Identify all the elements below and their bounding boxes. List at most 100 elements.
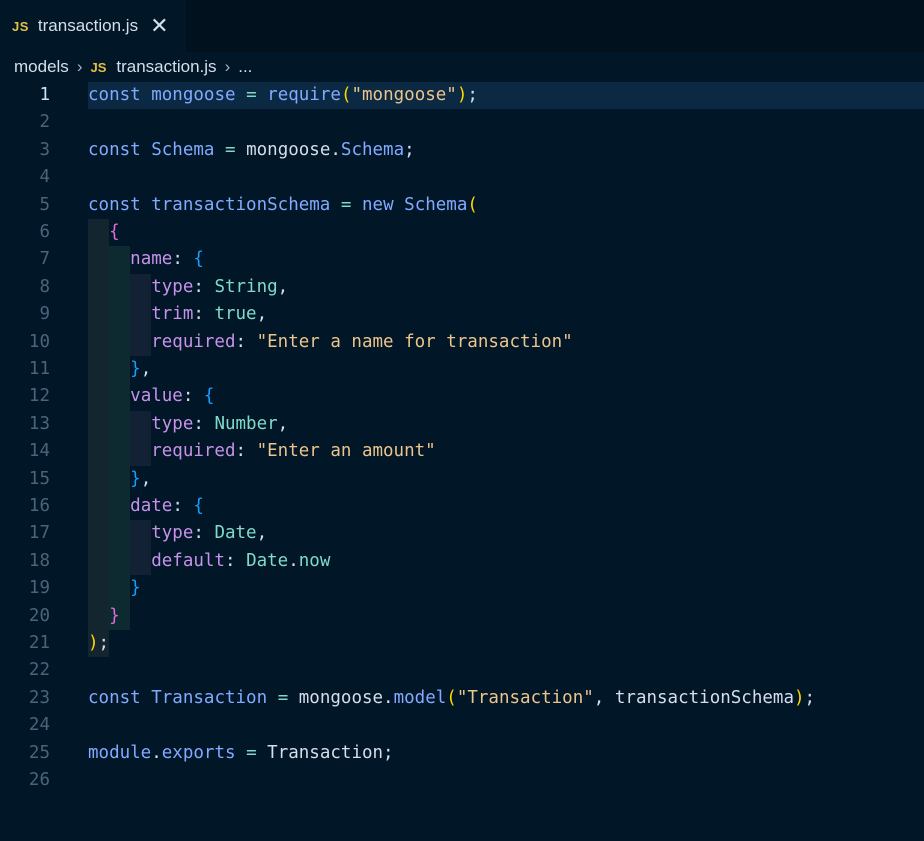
code-line[interactable]: 26 [0,767,924,794]
code-line[interactable]: 3 const Schema = mongoose.Schema; [0,137,924,164]
code-line[interactable]: 20 } [0,603,924,630]
code-line[interactable]: 5 const transactionSchema = new Schema( [0,192,924,219]
code-line[interactable]: 6 { [0,219,924,246]
code-token: , [277,413,289,434]
code-token: { [203,386,215,407]
code-area: trim: true, [88,301,924,328]
code-line[interactable]: 4 [0,164,924,191]
code-token: , [256,523,268,544]
code-line[interactable]: 9 trim: true, [0,301,924,328]
code-line[interactable]: 13 type: Number, [0,411,924,438]
line-number: 9 [39,304,50,325]
code-area: ); [88,630,924,657]
tab-label: transaction.js [37,16,139,35]
code-text: type: Number, [88,411,288,438]
breadcrumb-folder-models[interactable]: models [14,57,69,77]
code-token: . [288,550,299,571]
breadcrumb: models › JS transaction.js › ... [0,52,924,82]
code-token: Transaction; [256,742,394,763]
code-token: required [151,331,236,352]
code-area [88,164,924,191]
line-number: 15 [28,468,50,489]
code-text: const Transaction = mongoose.model("Tran… [88,685,815,712]
breadcrumb-symbols[interactable]: ... [238,57,252,77]
code-text: trim: true, [88,301,267,328]
code-token: : [193,523,215,544]
code-line[interactable]: 2 [0,109,924,136]
code-text: required: "Enter an amount" [88,438,436,465]
code-line[interactable]: 21); [0,630,924,657]
code-token: { [193,249,204,270]
code-area [88,712,924,739]
line-number: 2 [39,112,50,133]
code-token: "Enter an amount" [256,441,436,462]
line-number: 12 [28,386,50,407]
code-area: module.exports = Transaction; [88,740,924,767]
javascript-file-icon: JS [12,18,29,34]
breadcrumb-file[interactable]: transaction.js [116,57,216,77]
line-number: 11 [28,359,50,379]
code-token: module [88,742,152,763]
code-line[interactable]: 1 const mongoose = require("mongoose"); [0,82,924,110]
code-token: mongoose [151,85,236,105]
code-line[interactable]: 23 const Transaction = mongoose.model("Tr… [0,685,924,712]
code-line[interactable]: 16 date: { [0,493,924,520]
code-line[interactable]: 18 default: Date.now [0,548,924,575]
code-line[interactable]: 22 [0,657,924,684]
code-area: type: Number, [88,411,924,438]
code-text: value: { [88,383,214,410]
line-number: 22 [28,660,50,681]
code-token: mongoose. [235,139,341,160]
code-token: ; [404,139,415,160]
code-area: const mongoose = require("mongoose"); [88,82,924,110]
code-token: type [151,523,194,544]
code-line[interactable]: 8 type: String, [0,274,924,301]
code-line[interactable]: 11 }, [0,356,924,383]
line-number: 16 [28,496,50,516]
chevron-right-icon: › [224,57,231,76]
code-token: transactionSchema [151,194,331,215]
close-icon[interactable]: ✕ [150,15,168,37]
code-token: require [267,85,341,105]
code-editor[interactable]: 1 const mongoose = require("mongoose"); 2 3… [0,82,924,841]
code-token: : [224,550,247,571]
line-number: 20 [28,605,50,626]
code-text: type: Date, [88,520,267,547]
code-line[interactable]: 10 required: "Enter a name for transacti… [0,329,924,356]
code-token: : [182,386,204,407]
code-line[interactable]: 12 value: { [0,383,924,410]
code-line[interactable]: 7 name: { [0,246,924,273]
line-number: 13 [28,413,50,434]
tab-transaction-js[interactable]: JS transaction.js ✕ [0,0,186,52]
code-token: Date [214,523,257,544]
code-token: required [151,441,236,462]
code-token: : [193,304,215,325]
code-token: trim [151,304,194,325]
code-line[interactable]: 25 module.exports = Transaction; [0,740,924,767]
code-line[interactable]: 14 required: "Enter an amount" [0,438,924,465]
code-token: = [340,194,352,215]
tab-bar: JS transaction.js ✕ [0,0,924,52]
code-area: const Transaction = mongoose.model("Tran… [88,685,924,712]
code-line[interactable]: 24 [0,712,924,739]
code-area: type: Date, [88,520,924,547]
code-area: } [88,603,924,630]
code-line[interactable]: 17 type: Date, [0,520,924,547]
line-number: 4 [39,167,50,188]
code-line[interactable]: 15 }, [0,466,924,493]
code-token: } [130,578,141,599]
code-text: date: { [88,493,204,520]
code-token: String [214,276,278,297]
code-text: { [88,219,120,246]
code-line[interactable]: 19 } [0,575,924,602]
code-area: }, [88,356,924,383]
code-token: , transactionSchema [593,687,794,708]
